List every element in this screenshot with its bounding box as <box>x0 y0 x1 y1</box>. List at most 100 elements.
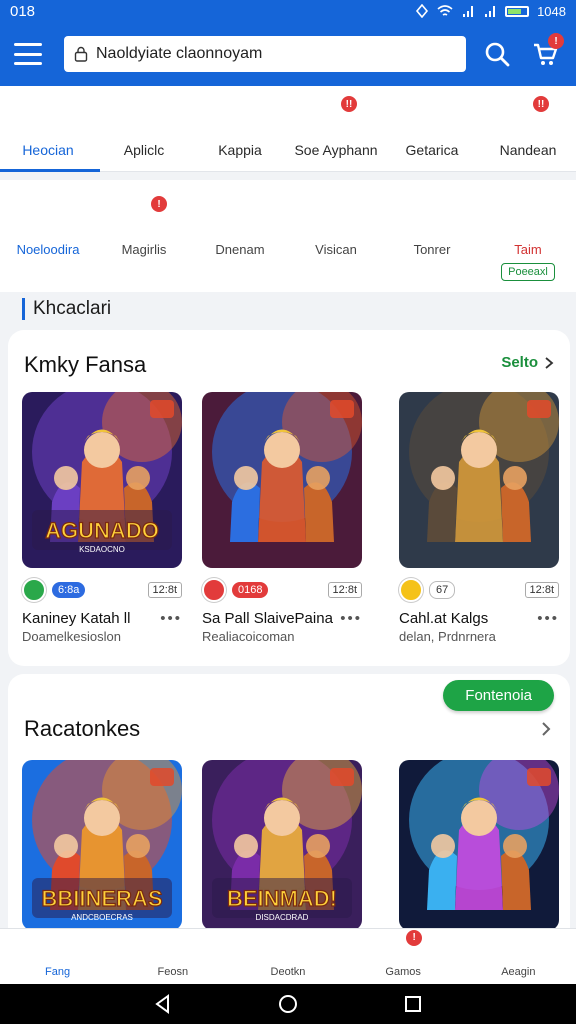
svg-text:ANDCBOECRAS: ANDCBOECRAS <box>71 913 133 922</box>
status-time: 018 <box>10 2 36 20</box>
quick-link-label: Taim <box>514 242 542 257</box>
quick-link-label: Tonrer <box>413 242 451 257</box>
game-artwork-icon: BBIINERAS ANDCBOECRAS <box>22 760 182 930</box>
chevron-right-icon[interactable] <box>540 720 552 738</box>
tab-icon-wrap: !! <box>321 96 357 132</box>
game-meta-row: 6:8a 12:8t <box>22 578 182 602</box>
game-title-row: Cahl.at Kalgs ••• <box>399 610 559 627</box>
game-subtitle: Realiacoicoman <box>202 629 295 644</box>
svg-text:AGUNADO: AGUNADO <box>45 518 159 543</box>
tab-category[interactable]: !! Nandean <box>482 96 574 172</box>
svg-text:DISDACDRAD: DISDACDRAD <box>256 913 309 922</box>
tab-category[interactable]: !! Soe Ayphann <box>290 96 382 172</box>
bottom-nav-icon-wrap: ! <box>390 929 423 962</box>
tab-label: Getarica <box>405 142 459 158</box>
game-subtitle: delan, Prdnrnera <box>399 629 496 644</box>
game-pill: 67 <box>429 581 456 599</box>
quick-link-item[interactable]: Tonrer <box>386 200 478 292</box>
game-thumbnail[interactable]: BEINMAD! DISDACDRAD <box>202 760 362 930</box>
game-meta: 0168 12:8t Sa Pall SlaivePaina ••• Realiacoi… <box>202 578 362 644</box>
game-name-suffix: ll <box>123 610 131 627</box>
bottom-nav-icon-wrap <box>505 936 531 962</box>
tab-category[interactable]: Heocian <box>0 102 100 172</box>
game-artwork-icon <box>202 392 362 568</box>
bottom-nav-item[interactable]: Feosn <box>128 936 218 978</box>
battery-icon <box>505 5 530 17</box>
tab-category[interactable]: Apliclc <box>98 102 190 172</box>
bottom-nav-label: Fang <box>45 965 71 978</box>
search-input[interactable] <box>96 45 436 63</box>
status-clock: 1048 <box>537 3 566 19</box>
search-bar[interactable] <box>64 36 466 72</box>
bottom-nav-item[interactable]: Fang <box>13 936 103 978</box>
bottom-nav-label: Gamos <box>385 965 421 978</box>
featured-title: Kmky Fansa <box>24 352 147 377</box>
game-title-row: Sa Pall SlaivePaina ••• <box>202 610 362 627</box>
cart-badge: ! <box>548 33 564 49</box>
bottom-nav-icon-wrap <box>45 936 71 962</box>
game-thumbnail[interactable]: AGUNADO KSDAOCNO <box>22 392 182 568</box>
back-icon[interactable] <box>152 993 174 1015</box>
game-meta-row: 0168 12:8t <box>202 578 362 602</box>
game-artwork-icon: BEINMAD! DISDACDRAD <box>202 760 362 930</box>
game-size-badge: 12:8t <box>147 582 182 598</box>
quick-link-item[interactable]: Noeloodira <box>2 200 94 292</box>
recommended-action-button[interactable]: Fontenoia <box>443 680 554 711</box>
quick-link-label: Noeloodira <box>16 242 80 257</box>
signal-icon-2 <box>485 6 496 17</box>
bottom-nav-badge: ! <box>406 929 423 946</box>
recents-icon[interactable] <box>402 993 424 1015</box>
recommended-title: Racatonkes <box>24 716 141 741</box>
quick-link-icon-wrap <box>321 200 351 230</box>
app-screen: 018 1048 ! Heocian Apliclc Kappia!! Soe Ayp… <box>0 0 576 1024</box>
quick-link-icon-wrap <box>417 200 447 230</box>
more-options-icon[interactable]: ••• <box>160 610 182 627</box>
tab-category[interactable]: Kappia <box>194 102 286 172</box>
game-title-row: Kaniney Katah ll ••• <box>22 610 182 627</box>
quick-link-item[interactable]: Dnenam <box>194 200 286 292</box>
bottom-nav-label: Deotkn <box>270 965 306 978</box>
cart-button[interactable]: ! <box>532 33 564 67</box>
game-thumbnail[interactable] <box>202 392 362 568</box>
game-artwork-icon <box>399 392 559 568</box>
tab-label: Soe Ayphann <box>294 142 378 158</box>
game-artwork-icon <box>399 760 559 930</box>
tab-category[interactable]: Getarica <box>386 102 478 172</box>
more-options-icon[interactable]: ••• <box>537 610 559 627</box>
section-heading: Khcaclari <box>22 298 111 320</box>
see-all-link[interactable]: Selto <box>501 354 554 371</box>
game-thumbnail[interactable]: BBIINERAS ANDCBOECRAS <box>22 760 182 930</box>
game-meta: 6:8a 12:8t Kaniney Katah ll ••• Doamelkesios… <box>22 578 182 644</box>
quick-link-icon-wrap <box>513 200 543 230</box>
quick-link-item[interactable]: Taim Poeeaxl <box>482 200 574 292</box>
bottom-nav-icon-wrap <box>275 936 301 962</box>
chevron-right-icon <box>545 356 554 369</box>
developer-logo-icon <box>22 578 46 602</box>
quick-link-chip[interactable]: Poeeaxl <box>501 263 555 281</box>
more-options-icon[interactable]: ••• <box>340 610 362 627</box>
bottom-navigation: Fang Feosn Deotkn! Gamos Aeagin <box>0 928 576 984</box>
bottom-nav-item[interactable]: ! Gamos <box>358 929 448 978</box>
tab-icon-wrap <box>129 102 159 132</box>
game-pill: 0168 <box>232 582 269 598</box>
tab-label: Nandean <box>499 142 557 158</box>
game-thumbnail[interactable] <box>399 392 559 568</box>
see-all-label: Selto <box>501 354 538 371</box>
search-icon[interactable] <box>484 41 510 67</box>
game-thumbnail[interactable] <box>399 760 559 930</box>
status-bar: 018 1048 <box>0 0 576 22</box>
tab-icon-wrap <box>225 102 255 132</box>
bottom-nav-item[interactable]: Deotkn <box>243 936 333 978</box>
tab-badge: !! <box>533 96 549 112</box>
top-app-bar: ! <box>0 22 576 86</box>
game-meta-row: 67 12:8t <box>399 578 559 602</box>
home-circle-icon[interactable] <box>277 993 299 1015</box>
bottom-nav-item[interactable]: Aeagin <box>473 936 563 978</box>
hamburger-menu-icon[interactable] <box>14 43 42 65</box>
game-name: Cahl.at Kalgs <box>399 610 489 627</box>
game-name-wrap: Sa Pall SlaivePaina <box>202 610 333 627</box>
game-name-wrap: Cahl.at Kalgs <box>399 610 488 627</box>
quick-link-item[interactable]: Visican <box>290 200 382 292</box>
status-icons: 1048 <box>415 4 566 19</box>
quick-link-item[interactable]: ! Magirlis <box>98 196 190 292</box>
